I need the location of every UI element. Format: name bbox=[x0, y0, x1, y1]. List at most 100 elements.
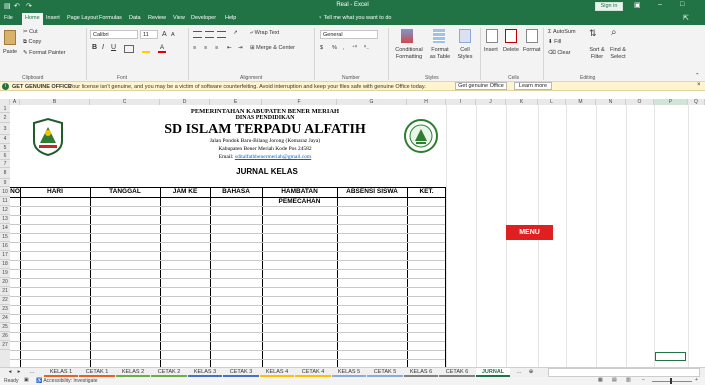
percent-button[interactable]: % bbox=[332, 45, 337, 51]
sheet-tab[interactable]: CETAK 2 bbox=[151, 368, 187, 377]
format-button[interactable]: Format bbox=[523, 47, 540, 53]
conditional-formatting-button[interactable]: Conditional Formatting bbox=[393, 47, 425, 61]
sheet-tab[interactable]: KELAS 2 bbox=[116, 368, 150, 377]
paste-button[interactable]: Paste bbox=[3, 49, 17, 55]
top-align-icon[interactable] bbox=[193, 31, 202, 38]
row-header[interactable]: 16 bbox=[0, 242, 10, 251]
grow-font-button[interactable]: A bbox=[162, 31, 167, 38]
tab-formulas[interactable]: Formulas bbox=[99, 15, 122, 21]
wrap-text-button[interactable]: ⤶ Wrap Text bbox=[250, 30, 279, 37]
new-sheet-icon[interactable]: ⊕ bbox=[526, 368, 536, 377]
next-sheet-icon[interactable]: ▸ bbox=[15, 368, 23, 377]
delete-button[interactable]: Delete bbox=[503, 47, 519, 53]
page-break-view-icon[interactable]: ▥ bbox=[626, 377, 631, 383]
maximize-icon[interactable]: □ bbox=[680, 1, 684, 8]
bottom-align-icon[interactable] bbox=[217, 31, 226, 38]
align-left-icon[interactable]: ≡ bbox=[193, 45, 196, 51]
format-as-table-button[interactable]: Format as Table bbox=[428, 47, 452, 61]
formula-bar[interactable] bbox=[0, 91, 705, 99]
row-header[interactable]: 8 bbox=[0, 168, 10, 179]
zoom-in-button[interactable]: + bbox=[695, 377, 698, 383]
row-header[interactable]: 6 bbox=[0, 152, 10, 160]
row-header[interactable]: 27 bbox=[0, 341, 10, 350]
decrease-decimal-icon[interactable]: ⁰₋ bbox=[364, 45, 369, 51]
row-header[interactable]: 14 bbox=[0, 224, 10, 233]
menu-button[interactable]: MENU bbox=[506, 225, 553, 240]
row-header[interactable]: 22 bbox=[0, 296, 10, 305]
sheet-tab[interactable]: CETAK 6 bbox=[439, 368, 475, 377]
autosum-button[interactable]: Σ AutoSum bbox=[548, 29, 576, 35]
row-header[interactable]: 3 bbox=[0, 123, 10, 135]
row-header[interactable]: 7 bbox=[0, 160, 10, 168]
tab-view[interactable]: View bbox=[173, 15, 185, 21]
row-header[interactable]: 2 bbox=[0, 113, 10, 123]
align-center-icon[interactable]: ≡ bbox=[204, 45, 207, 51]
school-email-link[interactable]: sditalfathbenermeriah@gmail.com bbox=[235, 154, 311, 160]
accessibility-status[interactable]: ♿ Accessibility: Investigate bbox=[36, 378, 98, 384]
sheet-tab[interactable]: KELAS 5 bbox=[332, 368, 366, 377]
middle-align-icon[interactable] bbox=[205, 31, 214, 38]
row-header[interactable]: 12 bbox=[0, 206, 10, 215]
row-header[interactable]: 18 bbox=[0, 260, 10, 269]
fill-button[interactable]: ⬇ Fill bbox=[548, 39, 561, 45]
page-layout-view-icon[interactable]: ▤ bbox=[612, 377, 617, 383]
row-header[interactable]: 9 bbox=[0, 179, 10, 187]
row-header[interactable]: 15 bbox=[0, 233, 10, 242]
number-format-box[interactable]: General bbox=[320, 30, 378, 39]
horizontal-scrollbar[interactable] bbox=[548, 368, 700, 377]
currency-icon[interactable]: $ bbox=[320, 45, 323, 51]
clear-button[interactable]: ⌫ Clear bbox=[548, 50, 570, 56]
comma-button[interactable]: , bbox=[343, 45, 345, 51]
bold-button[interactable]: B bbox=[92, 44, 97, 51]
font-color-icon[interactable]: A bbox=[158, 45, 166, 53]
tab-insert[interactable]: Insert bbox=[46, 15, 60, 21]
prev-sheet-icon[interactable]: ◂ bbox=[6, 368, 14, 377]
tell-me-search[interactable]: ♀ Tell me what you want to do bbox=[318, 15, 391, 21]
row-header[interactable]: 19 bbox=[0, 269, 10, 278]
sheet-tab[interactable]: CETAK 1 bbox=[79, 368, 115, 377]
italic-button[interactable]: I bbox=[102, 44, 104, 51]
tab-file[interactable]: File bbox=[4, 15, 13, 21]
copy-button[interactable]: ⧉ Copy bbox=[23, 39, 41, 46]
tab-developer[interactable]: Developer bbox=[191, 15, 216, 21]
find-select-button[interactable]: Find & Select bbox=[607, 47, 629, 61]
tab-page-layout[interactable]: Page Layout bbox=[67, 15, 98, 21]
row-header[interactable]: 4 bbox=[0, 135, 10, 144]
get-genuine-office-button[interactable]: Get genuine Office bbox=[455, 82, 507, 90]
sheet-tab[interactable]: KELAS 3 bbox=[188, 368, 222, 377]
sheet-tab[interactable]: CETAK 3 bbox=[223, 368, 259, 377]
share-icon[interactable]: ⇱ bbox=[683, 14, 689, 22]
borders-icon[interactable] bbox=[124, 45, 134, 53]
minimize-icon[interactable]: – bbox=[658, 1, 662, 8]
align-right-icon[interactable]: ≡ bbox=[215, 45, 218, 51]
normal-view-icon[interactable]: ▦ bbox=[598, 377, 603, 383]
more-sheets-icon[interactable]: … bbox=[26, 368, 38, 377]
fill-color-icon[interactable] bbox=[142, 46, 150, 53]
row-header[interactable]: 10 bbox=[0, 187, 10, 197]
format-painter-button[interactable]: ✎ Format Painter bbox=[23, 50, 66, 56]
tab-review[interactable]: Review bbox=[148, 15, 166, 21]
row-header[interactable]: 23 bbox=[0, 305, 10, 314]
close-icon[interactable]: × bbox=[697, 82, 701, 88]
cut-button[interactable]: ✂ Cut bbox=[23, 29, 38, 35]
row-header[interactable]: 25 bbox=[0, 323, 10, 332]
sheet-tab-active[interactable]: JURNAL bbox=[476, 368, 510, 377]
row-header[interactable]: 13 bbox=[0, 215, 10, 224]
cell-styles-button[interactable]: Cell Styles bbox=[455, 47, 475, 61]
font-name-box[interactable]: Calibri bbox=[90, 30, 138, 39]
tab-help[interactable]: Help bbox=[225, 15, 236, 21]
row-header[interactable]: 5 bbox=[0, 144, 10, 152]
active-cell-selection[interactable] bbox=[655, 352, 686, 361]
paste-icon[interactable] bbox=[4, 30, 16, 45]
decrease-indent-icon[interactable]: ⇤ bbox=[227, 45, 232, 51]
font-size-box[interactable]: 11 bbox=[140, 30, 158, 39]
increase-indent-icon[interactable]: ⇥ bbox=[238, 45, 243, 51]
orientation-icon[interactable]: ↗ bbox=[233, 30, 238, 36]
shrink-font-button[interactable]: A bbox=[171, 32, 175, 38]
merge-center-button[interactable]: ⊞ Merge & Center bbox=[250, 45, 295, 51]
sheet-tab[interactable]: KELAS 6 bbox=[404, 368, 438, 377]
zoom-slider-thumb[interactable] bbox=[670, 378, 672, 384]
macro-record-icon[interactable]: ▣ bbox=[24, 377, 29, 383]
zoom-out-button[interactable]: – bbox=[642, 377, 645, 383]
row-header[interactable]: 11 bbox=[0, 197, 10, 206]
